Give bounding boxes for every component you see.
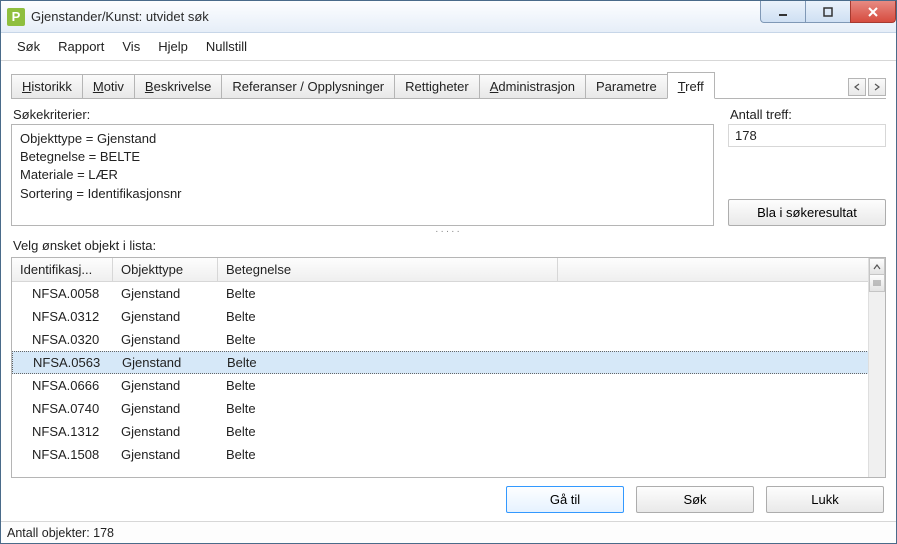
cell-id: NFSA.0666 bbox=[12, 376, 113, 395]
cell-type: Gjenstand bbox=[113, 422, 218, 441]
window-title: Gjenstander/Kunst: utvidet søk bbox=[31, 9, 209, 24]
cell-id: NFSA.1508 bbox=[12, 445, 113, 464]
col-identifikasjon[interactable]: Identifikasj... bbox=[12, 258, 113, 281]
titlebar: P Gjenstander/Kunst: utvidet søk bbox=[1, 1, 896, 33]
cell-id: NFSA.0563 bbox=[13, 353, 114, 372]
menu-rapport[interactable]: Rapport bbox=[50, 36, 112, 57]
cell-type: Gjenstand bbox=[113, 399, 218, 418]
count-label: Antall treff: bbox=[730, 107, 886, 122]
menu-nullstill[interactable]: Nullstill bbox=[198, 36, 255, 57]
search-button[interactable]: Søk bbox=[636, 486, 754, 513]
count-value: 178 bbox=[728, 124, 886, 147]
scroll-thumb[interactable] bbox=[869, 275, 885, 292]
tab-scroll-left[interactable] bbox=[848, 78, 866, 96]
criteria-line: Sortering = Identifikasjonsnr bbox=[20, 185, 705, 203]
list-label: Velg ønsket objekt i lista: bbox=[13, 238, 886, 253]
footer-buttons: Gå til Søk Lukk bbox=[11, 486, 886, 513]
table-row[interactable]: NFSA.1508GjenstandBelte bbox=[12, 443, 885, 466]
tab-historikk[interactable]: Historikk bbox=[11, 74, 83, 99]
scroll-up-arrow[interactable] bbox=[869, 258, 885, 275]
minimize-button[interactable] bbox=[760, 1, 806, 23]
close-dialog-button[interactable]: Lukk bbox=[766, 486, 884, 513]
results-table: Identifikasj... Objekttype Betegnelse NF… bbox=[11, 257, 886, 478]
menu-søk[interactable]: Søk bbox=[9, 36, 48, 57]
table-row[interactable]: NFSA.0320GjenstandBelte bbox=[12, 328, 885, 351]
cell-id: NFSA.0058 bbox=[12, 284, 113, 303]
go-to-button[interactable]: Gå til bbox=[506, 486, 624, 513]
tab-rettigheter[interactable]: Rettigheter bbox=[394, 74, 480, 99]
criteria-line: Objekttype = Gjenstand bbox=[20, 130, 705, 148]
menu-vis[interactable]: Vis bbox=[114, 36, 148, 57]
tab-scroll-right[interactable] bbox=[868, 78, 886, 96]
criteria-box: Objekttype = GjenstandBetegnelse = BELTE… bbox=[11, 124, 714, 226]
app-icon: P bbox=[7, 8, 25, 26]
cell-name: Belte bbox=[219, 353, 559, 372]
cell-type: Gjenstand bbox=[113, 376, 218, 395]
table-body: NFSA.0058GjenstandBelteNFSA.0312Gjenstan… bbox=[12, 282, 885, 477]
cell-id: NFSA.0312 bbox=[12, 307, 113, 326]
col-objekttype[interactable]: Objekttype bbox=[113, 258, 218, 281]
cell-name: Belte bbox=[218, 376, 558, 395]
table-row[interactable]: NFSA.1312GjenstandBelte bbox=[12, 420, 885, 443]
tab-treff[interactable]: Treff bbox=[667, 72, 715, 99]
maximize-button[interactable] bbox=[805, 1, 851, 23]
cell-type: Gjenstand bbox=[113, 284, 218, 303]
criteria-line: Betegnelse = BELTE bbox=[20, 148, 705, 166]
col-betegnelse[interactable]: Betegnelse bbox=[218, 258, 558, 281]
browse-results-button[interactable]: Bla i søkeresultat bbox=[728, 199, 886, 226]
table-row[interactable]: NFSA.0058GjenstandBelte bbox=[12, 282, 885, 305]
tab-beskrivelse[interactable]: Beskrivelse bbox=[134, 74, 222, 99]
window-controls bbox=[761, 1, 896, 23]
menubar: SøkRapportVisHjelpNullstill bbox=[1, 33, 896, 61]
cell-name: Belte bbox=[218, 284, 558, 303]
table-header: Identifikasj... Objekttype Betegnelse bbox=[12, 258, 885, 282]
statusbar: Antall objekter: 178 bbox=[1, 521, 896, 543]
app-window: P Gjenstander/Kunst: utvidet søk SøkRapp… bbox=[0, 0, 897, 544]
cell-type: Gjenstand bbox=[114, 353, 219, 372]
table-row[interactable]: NFSA.0666GjenstandBelte bbox=[12, 374, 885, 397]
splitter-handle[interactable]: ····· bbox=[11, 226, 886, 236]
cell-name: Belte bbox=[218, 330, 558, 349]
table-row[interactable]: NFSA.0312GjenstandBelte bbox=[12, 305, 885, 328]
cell-id: NFSA.0740 bbox=[12, 399, 113, 418]
criteria-line: Materiale = LÆR bbox=[20, 166, 705, 184]
cell-name: Belte bbox=[218, 422, 558, 441]
tab-region: HistorikkMotivBeskrivelseReferanser / Op… bbox=[1, 61, 896, 99]
close-button[interactable] bbox=[850, 1, 896, 23]
tabstrip: HistorikkMotivBeskrivelseReferanser / Op… bbox=[11, 71, 886, 99]
table-row[interactable]: NFSA.0740GjenstandBelte bbox=[12, 397, 885, 420]
status-text: Antall objekter: 178 bbox=[7, 526, 114, 540]
tab-parametre[interactable]: Parametre bbox=[585, 74, 668, 99]
cell-type: Gjenstand bbox=[113, 307, 218, 326]
tab-motiv[interactable]: Motiv bbox=[82, 74, 135, 99]
vertical-scrollbar[interactable] bbox=[868, 258, 885, 477]
cell-id: NFSA.0320 bbox=[12, 330, 113, 349]
col-spacer bbox=[558, 258, 885, 281]
cell-name: Belte bbox=[218, 445, 558, 464]
criteria-label: Søkekriterier: bbox=[13, 107, 714, 122]
menu-hjelp[interactable]: Hjelp bbox=[150, 36, 196, 57]
cell-name: Belte bbox=[218, 399, 558, 418]
cell-type: Gjenstand bbox=[113, 445, 218, 464]
cell-name: Belte bbox=[218, 307, 558, 326]
cell-id: NFSA.1312 bbox=[12, 422, 113, 441]
tab-scroll bbox=[848, 78, 886, 98]
table-row[interactable]: NFSA.0563GjenstandBelte bbox=[12, 351, 885, 374]
cell-type: Gjenstand bbox=[113, 330, 218, 349]
tab-content: Søkekriterier: Objekttype = GjenstandBet… bbox=[1, 99, 896, 521]
tab-referanser-opplysninger[interactable]: Referanser / Opplysninger bbox=[221, 74, 395, 99]
tab-administrasjon[interactable]: Administrasjon bbox=[479, 74, 586, 99]
